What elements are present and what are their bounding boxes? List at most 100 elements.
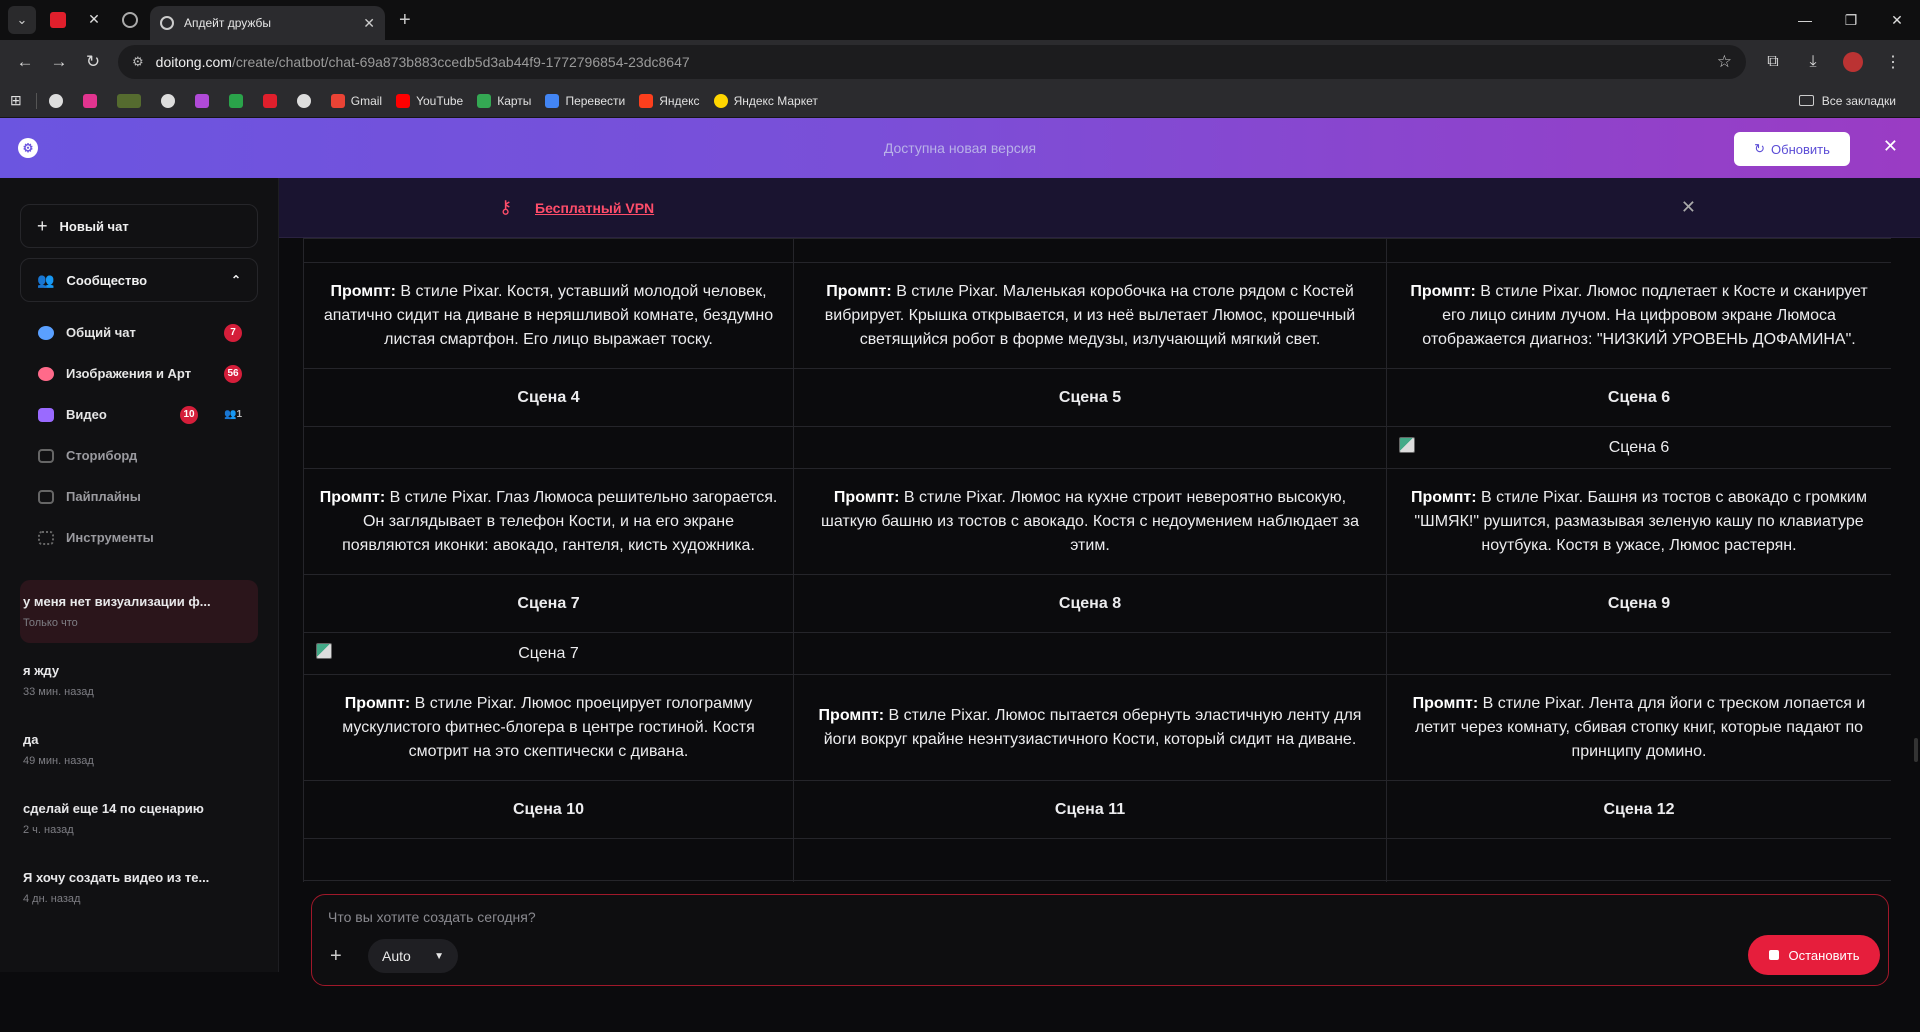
- all-bookmarks[interactable]: Все закладки: [1798, 94, 1896, 108]
- prompt-input[interactable]: Что вы хотите создать сегодня?: [328, 909, 536, 925]
- address-toolbar: ← → ↻ ⚙ doitong.com/create/chatbot/chat-…: [0, 40, 1920, 84]
- tab-favicon-icon: [160, 16, 174, 30]
- prompt-text: В стиле Pixar. Лента для йоги с треском …: [1414, 694, 1866, 760]
- back-icon[interactable]: ←: [10, 47, 40, 77]
- scene-image-cell: [793, 838, 1387, 881]
- sidebar-item-video[interactable]: Видео 10 👥1: [20, 394, 258, 435]
- minimize-icon[interactable]: —: [1782, 0, 1828, 40]
- bookmark-icon-only[interactable]: [262, 93, 283, 108]
- bookmark-yandex-market[interactable]: Яндекс Маркет: [713, 93, 818, 108]
- attach-plus-icon[interactable]: +: [330, 945, 342, 968]
- close-vpn-icon[interactable]: ✕: [1681, 197, 1696, 218]
- bookmark-star-icon[interactable]: ☆: [1717, 52, 1732, 72]
- scene-image-cell: Сцена 6: [1386, 426, 1891, 469]
- sidebar-item-label: Инструменты: [66, 530, 154, 545]
- bookmark-icon-only[interactable]: [160, 93, 181, 108]
- sidebar-item-label: Сториборд: [66, 448, 138, 463]
- site-info-icon[interactable]: ⚙: [132, 54, 144, 70]
- tab-close-icon[interactable]: ✕: [363, 15, 375, 32]
- bookmark-label: Яндекс Маркет: [733, 93, 818, 108]
- online-users-number: 1: [236, 409, 242, 420]
- prompt-label: Промпт:: [319, 488, 386, 506]
- yandex-market-icon: [713, 93, 728, 108]
- history-item[interactable]: да 49 мин. назад: [20, 718, 258, 781]
- history-item[interactable]: Я хочу создать видео из те... 4 дн. назад: [20, 856, 258, 919]
- history-item[interactable]: я жду 33 мин. назад: [20, 649, 258, 712]
- bookmark-gmail[interactable]: Gmail: [330, 93, 382, 108]
- key-icon: ⚷: [499, 197, 513, 217]
- bookmark-icon-only[interactable]: [82, 93, 103, 108]
- settings-icon[interactable]: ⚙: [0, 138, 56, 158]
- extensions-icon[interactable]: ⧉: [1756, 47, 1790, 77]
- tab-search-chevron-icon[interactable]: ⌄: [8, 6, 36, 34]
- community-toggle[interactable]: 👥 Сообщество ⌃: [20, 258, 258, 302]
- new-chat-button[interactable]: + Новый чат: [20, 204, 258, 248]
- model-select[interactable]: Auto ▼: [368, 939, 458, 973]
- stop-icon: [1768, 950, 1779, 960]
- bookmark-translate[interactable]: Перевести: [545, 93, 626, 108]
- bookmark-icon-only[interactable]: [194, 93, 215, 108]
- stop-button[interactable]: Остановить: [1748, 935, 1880, 975]
- pinned-tab-red[interactable]: [42, 6, 74, 34]
- sidebar-item-tools[interactable]: Инструменты: [20, 517, 258, 558]
- sidebar-item-images-art[interactable]: Изображения и Арт 56: [20, 353, 258, 394]
- scenes-table-scroll[interactable]: Промпт: В стиле Pixar. Костя, уставший м…: [303, 238, 1891, 882]
- history-item[interactable]: у меня нет визуализации ф... Только что: [20, 580, 258, 643]
- prompt-text: В стиле Pixar. Глаз Люмоса решительно за…: [342, 488, 778, 554]
- forward-icon[interactable]: →: [44, 47, 74, 77]
- scene-image-row: Сцена 7: [303, 632, 1891, 675]
- bookmark-label: Перевести: [565, 93, 626, 108]
- prompt-label: Промпт:: [818, 706, 885, 724]
- vpn-link[interactable]: Бесплатный VPN: [535, 200, 654, 216]
- main-content: ⚷ Бесплатный VPN ✕ Промпт: В стиле Pixar…: [279, 178, 1920, 986]
- prompt-text: В стиле Pixar. Башня из тостов с авокадо…: [1414, 488, 1867, 554]
- scene-prompt-row: Промпт: В стиле Pixar. Глаз Люмоса решит…: [303, 468, 1891, 575]
- bookmark-youtube[interactable]: YouTube: [396, 93, 463, 108]
- history-item[interactable]: сделай еще 14 по сценарию 2 ч. назад: [20, 787, 258, 850]
- grid-icon: [38, 530, 54, 545]
- new-chat-label: Новый чат: [59, 218, 129, 234]
- url-bar[interactable]: ⚙ doitong.com/create/chatbot/chat-69a873…: [118, 45, 1746, 79]
- scene-image-cell: [1386, 838, 1891, 881]
- download-icon[interactable]: ⤓: [1796, 47, 1830, 77]
- close-banner-icon[interactable]: ✕: [1883, 136, 1898, 157]
- scene-prompt-row: Промпт: В стиле Pixar. Люмос с энтузиазм…: [303, 880, 1891, 882]
- sidebar-item-pipelines[interactable]: Пайплайны: [20, 476, 258, 517]
- bookmark-icon-only[interactable]: [228, 93, 249, 108]
- bookmark-icon-only[interactable]: [48, 93, 69, 108]
- more-menu-icon[interactable]: ⋮: [1876, 47, 1910, 77]
- scene-header: Сцена 5: [793, 368, 1387, 427]
- restore-icon[interactable]: ❐: [1828, 0, 1874, 40]
- image-alt-text: Сцена 6: [1608, 438, 1670, 456]
- scene-header: Сцена 8: [793, 574, 1387, 633]
- table-row: Промпт: В стиле Pixar. Костя, уставший м…: [303, 262, 1891, 369]
- unread-badge: 56: [224, 364, 242, 383]
- reload-icon[interactable]: ↻: [78, 47, 108, 77]
- prompt-text: В стиле Pixar. Люмос на кухне строит нев…: [821, 488, 1359, 554]
- pinned-tab-g[interactable]: [114, 6, 146, 34]
- profile-avatar[interactable]: [1836, 47, 1870, 77]
- table-cell: [303, 238, 794, 263]
- close-window-icon[interactable]: ✕: [1874, 0, 1920, 40]
- bookmark-icon-only[interactable]: [116, 93, 147, 108]
- update-button[interactable]: ↻ Обновить: [1734, 132, 1850, 166]
- globe-icon: [160, 93, 175, 108]
- bookmark-yandex[interactable]: Яндекс: [639, 93, 700, 108]
- translate-icon: [545, 93, 560, 108]
- sidebar-item-general-chat[interactable]: Общий чат 7: [20, 312, 258, 353]
- apps-grid-icon[interactable]: ⊞: [10, 92, 22, 109]
- plus-icon: +: [37, 215, 48, 236]
- divider: [35, 92, 37, 109]
- bookmark-maps[interactable]: Карты: [477, 93, 531, 108]
- scene-header-row: Сцена 10 Сцена 11 Сцена 12: [303, 780, 1891, 839]
- pinned-tab-z[interactable]: ✕: [78, 6, 110, 34]
- new-tab-button[interactable]: +: [399, 9, 411, 32]
- scrollbar[interactable]: [1914, 738, 1918, 762]
- sidebar: + Новый чат 👥 Сообщество ⌃ Общий чат 7 Изобр…: [0, 178, 279, 972]
- tab-active[interactable]: Апдейт дружбы ✕: [150, 6, 385, 40]
- youtube-icon: [396, 93, 411, 108]
- community-label: Сообщество: [66, 272, 148, 288]
- bookmark-icon-only[interactable]: [296, 93, 317, 108]
- sidebar-item-storyboard[interactable]: Сториборд: [20, 435, 258, 476]
- prompt-cell: Промпт: В стиле Pixar. Широкий кадр: гос…: [1386, 880, 1891, 882]
